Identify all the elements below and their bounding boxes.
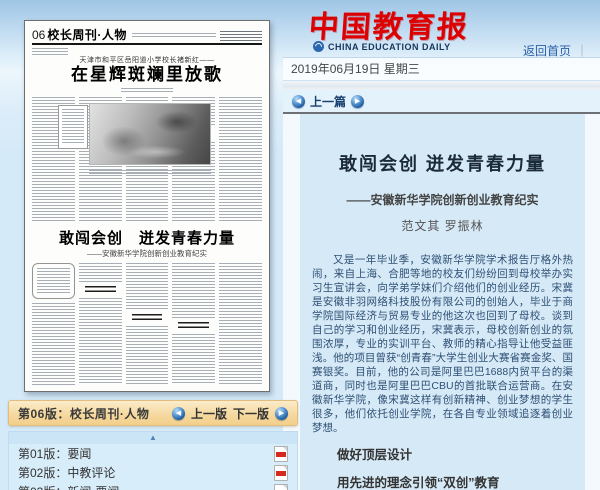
lead-article-byline bbox=[121, 88, 173, 93]
prev-article-icon[interactable] bbox=[292, 95, 305, 108]
second-article-subtitle: ——安徽新华学院创新创业教育纪实 bbox=[32, 249, 262, 258]
edition-number: 06 bbox=[32, 29, 45, 41]
article-panel: 中国教育报 CHINA EDUCATION DAILY 返回首页 ｜ 2019年… bbox=[283, 0, 600, 490]
page-eyebrow-text bbox=[32, 48, 68, 55]
next-edition-icon[interactable] bbox=[275, 407, 288, 420]
edition-link[interactable]: 第01版：要闻 bbox=[18, 445, 91, 462]
second-article-headline: 敢闯会创 迸发青春力量 bbox=[32, 230, 262, 247]
site-logo: 中国教育报 bbox=[307, 2, 470, 46]
edition-list-item[interactable]: 第03版：新闻·要闻 bbox=[9, 482, 297, 490]
masthead-logo-mark bbox=[220, 31, 262, 41]
site-logo-en: CHINA EDUCATION DAILY bbox=[328, 42, 451, 52]
text-column bbox=[219, 263, 262, 385]
article-nav-row: 上一篇 bbox=[283, 90, 600, 112]
text-column bbox=[126, 263, 169, 385]
edition-list-item[interactable]: 第01版：要闻 bbox=[9, 444, 297, 463]
header-links: 返回首页 ｜ bbox=[523, 42, 588, 59]
edition-nav-group: 上一版 下一版 bbox=[172, 405, 288, 422]
newspaper-page-thumbnail[interactable]: 06 校长周刊·人物 天津市和平区岳阳道小学校长褚新红—— 在星辉斑斓里放歌 敢… bbox=[24, 20, 270, 392]
prev-edition-icon[interactable] bbox=[172, 407, 185, 420]
edition-link[interactable]: 第02版：中教评论 bbox=[18, 464, 115, 481]
pdf-icon[interactable] bbox=[274, 484, 288, 490]
page: 06 校长周刊·人物 天津市和平区岳阳道小学校长褚新红—— 在星辉斑斓里放歌 敢… bbox=[0, 0, 600, 490]
edition-link[interactable]: 第03版：新闻·要闻 bbox=[18, 483, 119, 490]
site-header: 中国教育报 CHINA EDUCATION DAILY 返回首页 ｜ bbox=[283, 0, 600, 57]
text-column bbox=[79, 263, 122, 385]
article-photo bbox=[89, 103, 211, 165]
issue-date: 2019年06月19日 星期三 bbox=[291, 62, 420, 76]
edition-nav-bar: 第06版：校长周刊·人物 上一版 下一版 bbox=[8, 400, 298, 426]
collapse-toggle[interactable] bbox=[9, 432, 297, 444]
article-content: 敢闯会创 迸发青春力量 ——安徽新华学院创新创业教育纪实 范文其 罗振林 又是一… bbox=[300, 114, 585, 490]
masthead-info-text bbox=[132, 33, 216, 39]
info-box bbox=[32, 263, 75, 299]
article-title: 敢闯会创 迸发青春力量 bbox=[312, 150, 573, 176]
current-edition-label: 第06版：校长周刊·人物 bbox=[18, 405, 149, 422]
link-separator: ｜ bbox=[576, 42, 588, 59]
masthead-rule bbox=[32, 43, 262, 45]
globe-icon bbox=[313, 41, 324, 52]
date-bar: 2019年06月19日 星期三 bbox=[283, 57, 600, 81]
photo-caption bbox=[89, 170, 211, 175]
next-article-icon[interactable] bbox=[351, 95, 364, 108]
text-column bbox=[32, 263, 75, 385]
home-link[interactable]: 返回首页 bbox=[523, 42, 571, 59]
lead-article-kicker: 天津市和平区岳阳道小学校长褚新红—— bbox=[32, 56, 262, 65]
article-content-outer: 敢闯会创 迸发青春力量 ——安徽新华学院创新创业教育纪实 范文其 罗振林 又是一… bbox=[283, 114, 600, 490]
lead-article-columns bbox=[32, 97, 262, 223]
newspaper-masthead: 06 校长周刊·人物 bbox=[32, 27, 262, 41]
site-logo-en-row: CHINA EDUCATION DAILY bbox=[313, 41, 451, 52]
edition-list-panel: 第01版：要闻 第02版：中教评论 第03版：新闻·要闻 bbox=[8, 431, 298, 490]
edition-list-item[interactable]: 第02版：中教评论 bbox=[9, 463, 297, 482]
prev-article-button[interactable]: 上一篇 bbox=[310, 93, 346, 110]
lead-article-headline: 在星辉斑斓里放歌 bbox=[32, 65, 262, 85]
article-paragraph: 又是一年毕业季，安徽新华学院学术报告厅格外热闹，来自上海、合肥等地的校友们纷纷回… bbox=[312, 253, 573, 435]
section-name: 校长周刊·人物 bbox=[47, 29, 127, 41]
pdf-icon[interactable] bbox=[274, 465, 288, 481]
section-heading: 做好顶层设计 bbox=[312, 444, 573, 463]
prev-edition-button[interactable]: 上一版 bbox=[191, 405, 227, 422]
pdf-icon[interactable] bbox=[274, 446, 288, 462]
text-column bbox=[172, 263, 215, 385]
pull-quote-box bbox=[58, 105, 88, 149]
second-article-columns bbox=[32, 263, 262, 385]
article-subtitle: ——安徽新华学院创新创业教育纪实 bbox=[312, 191, 573, 208]
section-heading: 用先进的理念引领“双创”教育 bbox=[312, 472, 573, 490]
next-edition-button[interactable]: 下一版 bbox=[233, 405, 269, 422]
text-column bbox=[219, 97, 262, 223]
article-authors: 范文其 罗振林 bbox=[312, 217, 573, 234]
decorative-strip bbox=[283, 81, 600, 90]
